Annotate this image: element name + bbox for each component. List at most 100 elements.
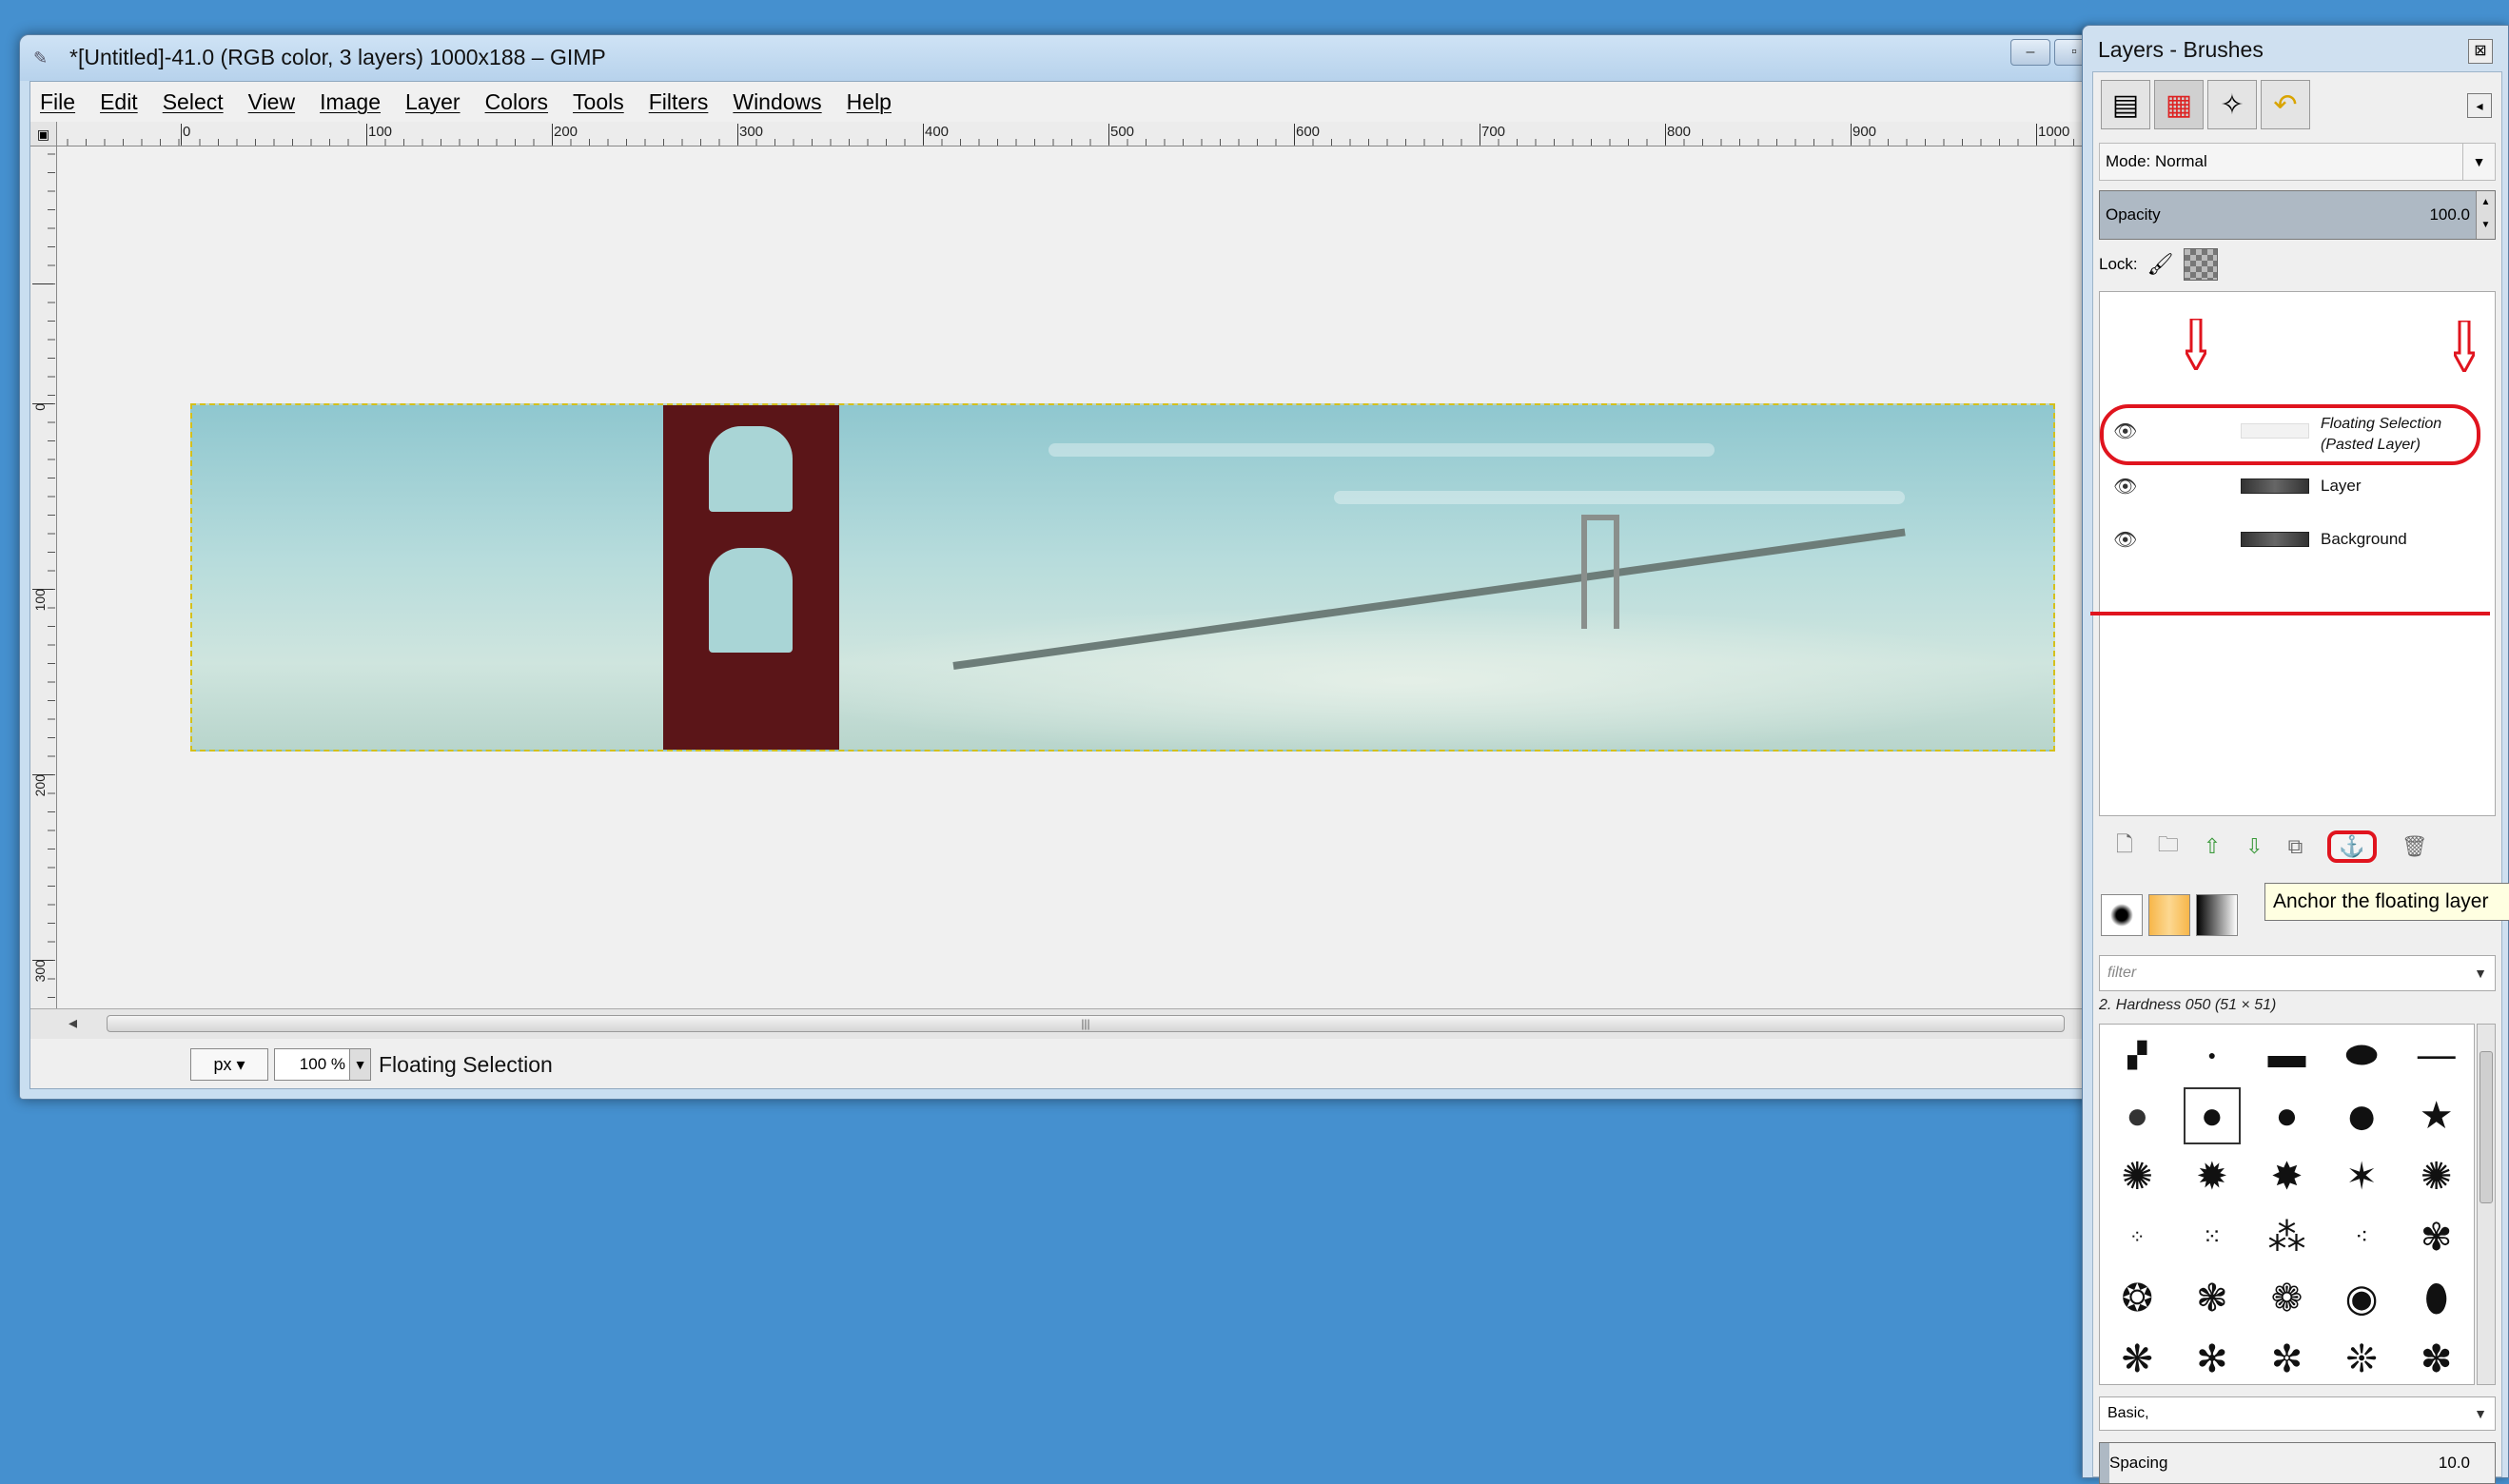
scrollbar-thumb[interactable] bbox=[2480, 1051, 2493, 1203]
chevron-down-icon[interactable]: ▼ bbox=[2474, 1397, 2487, 1430]
brush-item[interactable]: ● bbox=[2208, 1048, 2216, 1062]
image-window-body: File Edit Select View Image Layer Colors… bbox=[29, 81, 2083, 1089]
tab-patterns-icon[interactable] bbox=[2148, 894, 2190, 936]
menu-help[interactable]: Help bbox=[847, 89, 892, 115]
ruler-tick: 0 bbox=[32, 403, 48, 411]
layer-thumbnail bbox=[2241, 532, 2309, 547]
brush-item[interactable]: ❊ bbox=[2345, 1340, 2378, 1378]
brush-item[interactable]: ― bbox=[2418, 1036, 2456, 1074]
brush-item[interactable]: ✺ bbox=[2421, 1158, 2453, 1196]
quick-mask-toggle[interactable]: ▣ bbox=[30, 122, 57, 146]
vertical-ruler[interactable]: 0 100 200 300 bbox=[30, 146, 57, 1008]
brush-item[interactable]: ✾ bbox=[2421, 1219, 2453, 1257]
brush-item[interactable]: ✻ bbox=[2196, 1340, 2228, 1378]
chevron-down-icon[interactable]: ▼ bbox=[2462, 144, 2495, 180]
brush-item[interactable]: ✸ bbox=[2271, 1158, 2303, 1196]
menu-view[interactable]: View bbox=[248, 89, 295, 115]
anchor-icon[interactable]: ⚓ bbox=[2327, 830, 2377, 863]
scroll-left-icon[interactable]: ◂ bbox=[69, 1013, 77, 1033]
mode-select[interactable]: Mode: Normal ▼ bbox=[2099, 143, 2496, 181]
scrollbar-thumb[interactable]: ||| bbox=[107, 1015, 2065, 1032]
eye-icon[interactable]: 👁 bbox=[2113, 528, 2137, 552]
minimize-button[interactable]: – bbox=[2010, 39, 2050, 66]
layer-row-background[interactable]: 👁 Background bbox=[2100, 515, 2495, 566]
brush-item[interactable]: ⁘ bbox=[2129, 1228, 2146, 1247]
brush-item[interactable]: ✺ bbox=[2122, 1158, 2154, 1196]
menu-edit[interactable]: Edit bbox=[100, 89, 138, 115]
menu-layer[interactable]: Layer bbox=[405, 89, 461, 115]
brush-item[interactable]: ❋ bbox=[2122, 1340, 2154, 1378]
menu-windows[interactable]: Windows bbox=[733, 89, 821, 115]
new-layer-icon[interactable]: 🗋 bbox=[2116, 829, 2133, 865]
brush-item[interactable]: ▞ bbox=[2127, 1043, 2146, 1067]
annotation-ellipse bbox=[2100, 404, 2480, 465]
brush-item[interactable]: ✽ bbox=[2421, 1340, 2453, 1378]
tab-paths-icon[interactable]: ✧ bbox=[2207, 80, 2257, 129]
brush-item[interactable]: ⁂ bbox=[2267, 1219, 2305, 1257]
brush-item[interactable]: ✹ bbox=[2196, 1158, 2228, 1196]
menu-tools[interactable]: Tools bbox=[573, 89, 624, 115]
horizontal-scrollbar[interactable]: ◂ ||| bbox=[30, 1008, 2082, 1039]
brush-item[interactable]: ● bbox=[2275, 1097, 2298, 1135]
tab-gradients-icon[interactable] bbox=[2196, 894, 2238, 936]
unit-select[interactable]: px ▾ bbox=[190, 1048, 268, 1081]
brush-item[interactable]: ⬬ bbox=[2345, 1036, 2378, 1074]
chevron-down-icon[interactable]: ▼ bbox=[349, 1049, 370, 1080]
brush-item[interactable]: ◉ bbox=[2345, 1279, 2379, 1318]
close-icon[interactable]: ⊠ bbox=[2468, 39, 2493, 64]
duplicate-layer-icon[interactable]: ⧉ bbox=[2288, 834, 2303, 859]
spacing-slider[interactable]: Spacing 10.0 bbox=[2099, 1442, 2496, 1484]
menu-file[interactable]: File bbox=[40, 89, 75, 115]
eye-icon[interactable]: 👁 bbox=[2113, 475, 2137, 498]
ruler-tick: 500 bbox=[1110, 124, 1135, 140]
horizontal-ruler[interactable]: 0 100 200 300 400 500 600 700 800 900 10… bbox=[57, 122, 2082, 146]
brush-filter-input[interactable]: filter ▼ bbox=[2099, 955, 2496, 991]
layer-list: 👁 Floating Selection (Pasted Layer) 👁 La… bbox=[2090, 291, 2496, 816]
lock-pixels-icon[interactable]: 🖌 bbox=[2147, 245, 2174, 283]
menu-image[interactable]: Image bbox=[320, 89, 381, 115]
menu-colors[interactable]: Colors bbox=[485, 89, 548, 115]
raise-layer-icon[interactable]: ⇧ bbox=[2204, 834, 2221, 859]
menu-select[interactable]: Select bbox=[163, 89, 224, 115]
opacity-slider[interactable]: Opacity 100.0 ▲ ▼ bbox=[2099, 190, 2496, 240]
tab-channels-icon[interactable]: ▦ bbox=[2154, 80, 2204, 129]
brush-item-selected[interactable]: ● bbox=[2183, 1087, 2241, 1144]
delete-layer-icon[interactable]: 🗑 bbox=[2401, 834, 2428, 859]
filter-placeholder: filter bbox=[2107, 965, 2137, 981]
brush-item[interactable]: ● bbox=[2345, 1088, 2379, 1143]
brush-item[interactable]: ❃ bbox=[2196, 1279, 2228, 1318]
brush-item[interactable]: ⁙ bbox=[2203, 1226, 2222, 1249]
ruler-tick: 300 bbox=[32, 960, 48, 983]
brush-item[interactable]: ● bbox=[2126, 1097, 2148, 1135]
bridge-image[interactable] bbox=[190, 403, 2055, 752]
brush-item[interactable]: ★ bbox=[2420, 1097, 2454, 1135]
spin-icon[interactable]: ▲ ▼ bbox=[2476, 191, 2495, 239]
brush-item[interactable]: ❂ bbox=[2122, 1279, 2154, 1318]
annotation-arrow-icon bbox=[2454, 321, 2475, 372]
tab-layers-icon[interactable]: ▤ bbox=[2101, 80, 2150, 129]
dock-body: ▤ ▦ ✧ ↶ ◂ Mode: Normal ▼ Opacity 100.0 ▲… bbox=[2090, 71, 2509, 1484]
new-layer-group-icon[interactable]: 🗀 bbox=[2158, 829, 2179, 865]
spacing-label: Spacing bbox=[2109, 1454, 2168, 1472]
lower-layer-icon[interactable]: ⇩ bbox=[2245, 834, 2263, 859]
brush-preset-select[interactable]: Basic, ▼ bbox=[2099, 1396, 2496, 1431]
tab-undo-icon[interactable]: ↶ bbox=[2261, 80, 2310, 129]
layer-row-layer[interactable]: 👁 Layer bbox=[2100, 461, 2495, 513]
brush-item[interactable]: ⁖ bbox=[2355, 1226, 2368, 1249]
window-titlebar[interactable]: ✎ *[Untitled]-41.0 (RGB color, 3 layers)… bbox=[20, 35, 2094, 81]
menu-filters[interactable]: Filters bbox=[649, 89, 709, 115]
chevron-down-icon[interactable]: ▼ bbox=[2474, 956, 2487, 990]
lock-alpha-icon[interactable] bbox=[2183, 248, 2218, 281]
brush-item[interactable]: ✼ bbox=[2271, 1340, 2303, 1378]
unit-value: px bbox=[213, 1055, 232, 1074]
ruler-tick: 0 bbox=[183, 124, 191, 140]
brush-item[interactable]: ❁ bbox=[2271, 1279, 2303, 1318]
canvas-area[interactable] bbox=[57, 146, 2082, 1008]
lock-label: Lock: bbox=[2099, 255, 2138, 273]
tab-menu-icon[interactable]: ◂ bbox=[2467, 93, 2492, 118]
brush-item[interactable]: ▬ bbox=[2267, 1036, 2305, 1074]
brush-item[interactable]: ✶ bbox=[2345, 1158, 2378, 1196]
tab-brushes-icon[interactable] bbox=[2101, 894, 2143, 936]
brush-scrollbar[interactable] bbox=[2477, 1024, 2496, 1385]
brush-item[interactable]: ⬮ bbox=[2424, 1279, 2448, 1318]
